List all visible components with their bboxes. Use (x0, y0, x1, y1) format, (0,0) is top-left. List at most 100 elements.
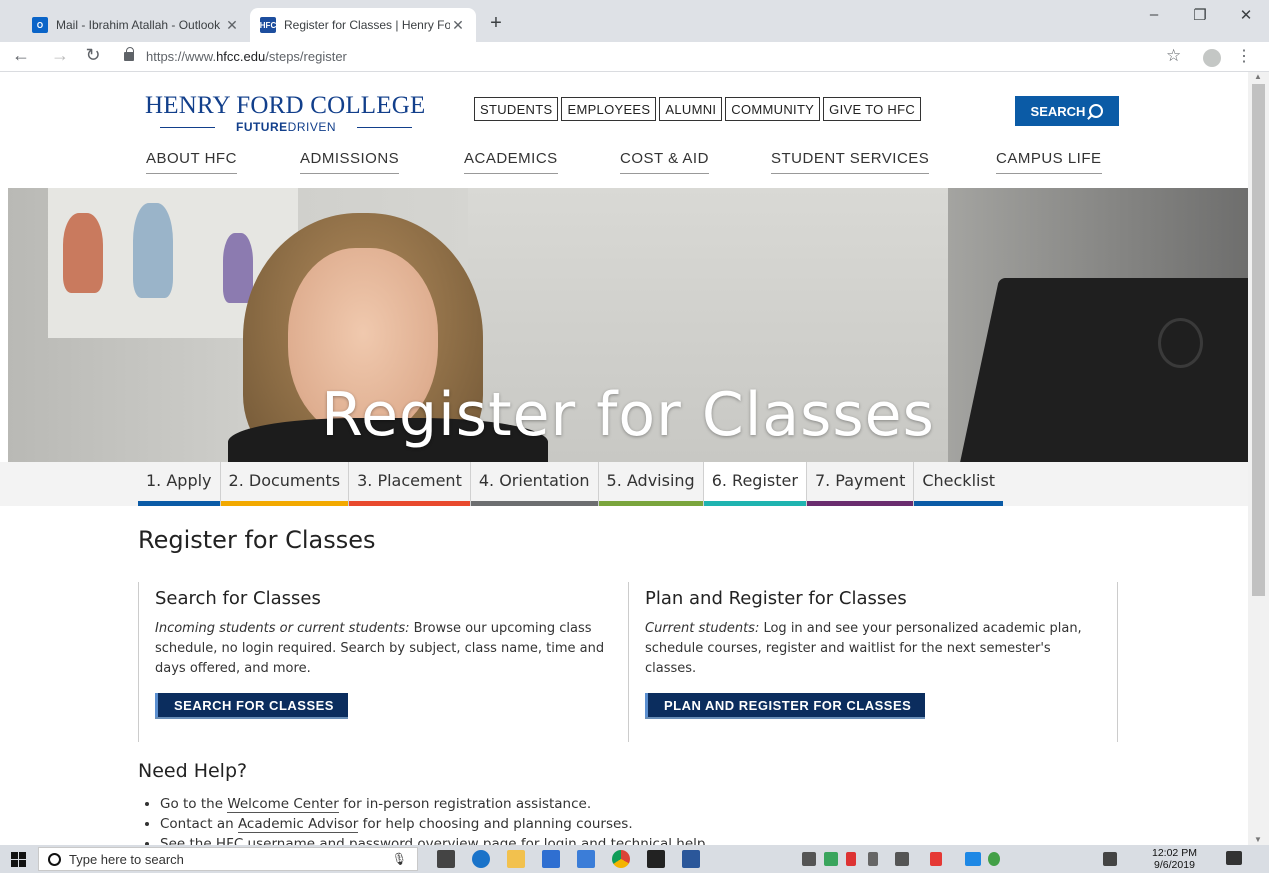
audience-link-community[interactable]: COMMUNITY (725, 97, 821, 121)
chrome-icon[interactable] (612, 850, 630, 868)
nav-about-hfc[interactable]: ABOUT HFC (146, 150, 237, 174)
panel-description: Incoming students or current students: B… (155, 621, 605, 676)
nav-student-services[interactable]: STUDENT SERVICES (771, 150, 930, 174)
step-tab[interactable]: 5. Advising (598, 462, 704, 506)
poster-figure (133, 203, 173, 298)
browser-menu-icon[interactable]: ⋮ (1236, 46, 1252, 66)
nav-campus-life[interactable]: CAMPUS LIFE (996, 150, 1102, 174)
minimize-button[interactable]: – (1131, 6, 1177, 23)
hero-title: Register for Classes (321, 380, 935, 450)
reload-icon[interactable]: ↻ (82, 45, 104, 66)
tab-register-for-classes[interactable]: HFC Register for Classes | Henry Ford ✕ (250, 8, 476, 42)
url-path: /steps/register (265, 49, 347, 64)
notification-icon[interactable] (1226, 851, 1242, 865)
hfc-favicon-icon: HFC (260, 17, 276, 33)
address-bar[interactable]: https://www.hfcc.edu/steps/register (146, 49, 347, 64)
netflix-icon[interactable] (930, 852, 942, 866)
new-tab-button[interactable]: + (484, 12, 508, 35)
word-icon[interactable] (682, 850, 700, 868)
nav-academics[interactable]: ACADEMICS (464, 150, 558, 174)
step-tab[interactable]: Checklist (914, 462, 1004, 506)
panel-title: Plan and Register for Classes (645, 588, 907, 609)
step-label: 2. Documents (228, 471, 341, 490)
windows-taskbar: Type here to search 🎙 12:02 PM 9/6/2019 (0, 845, 1269, 873)
tab-title: Mail - Ibrahim Atallah - Outlook (56, 18, 221, 32)
step-tab[interactable]: 7. Payment (806, 462, 915, 506)
back-arrow-icon[interactable]: ← (10, 45, 32, 66)
scrollbar-thumb[interactable] (1252, 84, 1265, 596)
tab-title: Register for Classes | Henry Ford (284, 18, 450, 32)
keyboard-icon[interactable] (1103, 852, 1117, 866)
restore-button[interactable]: ❐ (1177, 6, 1223, 24)
hfc-logo[interactable]: HENRY FORD COLLEGE FUTUREDRIVEN (145, 92, 427, 134)
step-tab[interactable]: 3. Placement (349, 462, 471, 506)
clock-time: 12:02 PM (1152, 847, 1197, 859)
audience-link-give[interactable]: GIVE TO HFC (823, 97, 922, 121)
url-prefix: https://www. (146, 49, 217, 64)
forward-arrow-icon[interactable]: → (49, 45, 71, 66)
tab-outlook-mail[interactable]: O Mail - Ibrahim Atallah - Outlook ✕ (22, 8, 250, 42)
search-classes-panel: Search for Classes Incoming students or … (138, 582, 628, 742)
taskbar-clock[interactable]: 12:02 PM 9/6/2019 (1152, 847, 1197, 871)
taskbar-search-input[interactable]: Type here to search 🎙 (38, 847, 418, 871)
tray-icon[interactable] (824, 852, 838, 866)
search-for-classes-button[interactable]: SEARCH FOR CLASSES (155, 693, 348, 717)
network-icon[interactable] (895, 852, 909, 866)
step-label: 7. Payment (814, 471, 906, 490)
username-password-link[interactable]: HFC username and password overview page (215, 836, 517, 845)
mail-icon[interactable] (647, 850, 665, 868)
close-tab-icon[interactable]: ✕ (224, 17, 240, 34)
step-label: 5. Advising (606, 471, 695, 490)
logo-tagline: FUTUREDRIVEN (145, 120, 427, 134)
plan-and-register-button[interactable]: PLAN AND REGISTER FOR CLASSES (645, 693, 926, 717)
site-search-button[interactable]: SEARCH (1015, 96, 1119, 126)
edge-icon[interactable] (472, 850, 490, 868)
audience-link-alumni[interactable]: ALUMNI (659, 97, 723, 121)
scroll-up-arrow-icon[interactable]: ▲ (1254, 72, 1262, 81)
windows-start-icon[interactable] (11, 852, 26, 867)
volume-icon[interactable] (846, 852, 856, 866)
task-view-icon[interactable] (437, 850, 455, 868)
main-content: Register for Classes Search for Classes … (0, 506, 1248, 845)
close-window-button[interactable]: ✕ (1223, 6, 1269, 24)
outlook-icon: O (32, 17, 48, 33)
audience-link-students[interactable]: STUDENTS (474, 97, 559, 121)
close-tab-icon[interactable]: ✕ (450, 17, 466, 34)
step-tab[interactable]: 6. Register (703, 462, 807, 506)
step-tab[interactable]: 1. Apply (138, 462, 221, 506)
help-heading: Need Help? (138, 760, 248, 782)
file-explorer-icon[interactable] (507, 850, 525, 868)
security-icon[interactable] (988, 852, 1000, 866)
page-title: Register for Classes (138, 526, 376, 554)
step-tab[interactable]: 2. Documents (220, 462, 350, 506)
tray-icon[interactable] (802, 852, 816, 866)
page-scrollbar[interactable]: ▲ ▼ (1248, 72, 1269, 845)
nav-admissions[interactable]: ADMISSIONS (300, 150, 400, 174)
audience-links: STUDENTS EMPLOYEES ALUMNI COMMUNITY GIVE… (474, 97, 922, 121)
logo-title: HENRY FORD COLLEGE (145, 92, 426, 119)
store-icon[interactable] (542, 850, 560, 868)
list-item: See the HFC username and password overvi… (160, 834, 710, 845)
hero-banner: Register for Classes (8, 188, 1248, 462)
battery-icon[interactable] (868, 852, 878, 866)
nav-cost-aid[interactable]: COST & AID (620, 150, 709, 174)
step-tab[interactable]: 4. Orientation (470, 462, 599, 506)
monitor-logo (1158, 318, 1203, 368)
registration-steps-nav: 1. Apply 2. Documents 3. Placement 4. Orien… (0, 462, 1248, 506)
tray-icon[interactable] (965, 852, 981, 866)
welcome-center-link[interactable]: Welcome Center (227, 796, 339, 813)
browser-toolbar: ← → ↻ https://www.hfcc.edu/steps/registe… (0, 42, 1269, 72)
clock-date: 9/6/2019 (1154, 859, 1195, 871)
help-list: Go to the Welcome Center for in-person r… (160, 794, 710, 845)
media-icon[interactable] (577, 850, 595, 868)
panel-title: Search for Classes (155, 588, 321, 609)
microphone-icon[interactable]: 🎙 (392, 852, 407, 866)
bookmark-star-icon[interactable]: ☆ (1166, 46, 1181, 66)
cortana-icon (48, 853, 61, 866)
profile-avatar-icon[interactable] (1203, 49, 1221, 67)
scroll-down-arrow-icon[interactable]: ▼ (1254, 835, 1262, 844)
poster-figure (63, 213, 103, 293)
academic-advisor-link[interactable]: Academic Advisor (237, 816, 359, 833)
main-navigation: ABOUT HFC ADMISSIONS ACADEMICS COST & AI… (146, 150, 1111, 180)
audience-link-employees[interactable]: EMPLOYEES (561, 97, 657, 121)
